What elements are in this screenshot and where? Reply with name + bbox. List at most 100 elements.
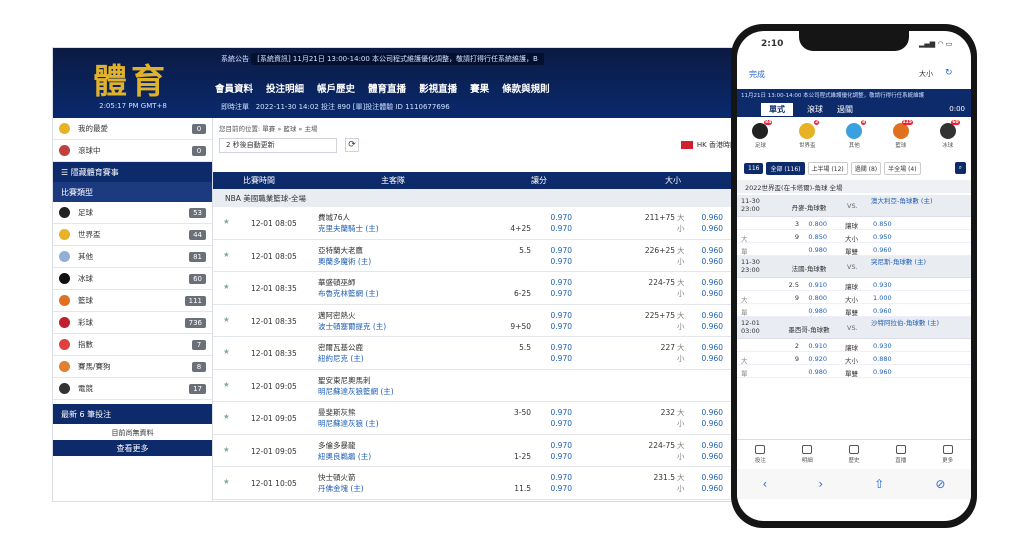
odds-away[interactable]: 0.960	[873, 368, 892, 376]
nav-live[interactable]: 體育直播	[368, 81, 406, 95]
favorite-star-icon[interactable]: ★	[223, 250, 235, 262]
odds-home[interactable]: 0.910	[801, 342, 827, 350]
odds-home[interactable]: 0.970	[551, 441, 572, 450]
phone-sport-item[interactable]: 8 其他	[846, 120, 867, 149]
odds-home[interactable]: 0.980	[801, 307, 827, 315]
odds-home[interactable]: 0.970	[551, 473, 572, 482]
odds-under[interactable]: 0.960	[702, 354, 723, 363]
tab-live[interactable]: 滾球	[807, 104, 823, 115]
share-icon[interactable]: ⇧	[874, 477, 884, 491]
handicap-odds[interactable]: 0.970 0.970	[538, 472, 572, 494]
bottom-nav-item[interactable]: 直播	[895, 445, 906, 464]
hide-events-toggle[interactable]: ☰ 隱藏體育賽事	[53, 162, 212, 182]
odds-home[interactable]: 0.970	[551, 343, 572, 352]
odds-under[interactable]: 0.960	[702, 257, 723, 266]
handicap-odds[interactable]: 0.970 0.970	[538, 440, 572, 462]
odds-away[interactable]: 0.960	[873, 246, 892, 254]
odds-over[interactable]: 0.960	[702, 343, 723, 352]
bottom-nav-item[interactable]: 投注	[755, 445, 766, 464]
odds-under[interactable]: 0.960	[702, 484, 723, 493]
filter-parlay[interactable]: 過關 (8)	[850, 161, 882, 175]
sidebar-item-live[interactable]: 滾球中 0	[53, 140, 212, 162]
favorite-star-icon[interactable]: ★	[223, 347, 235, 359]
favorite-star-icon[interactable]: ★	[223, 380, 235, 392]
odds-away[interactable]: 0.850	[873, 220, 892, 228]
nav-history[interactable]: 帳戶歷史	[317, 81, 355, 95]
bottom-nav-item[interactable]: 明細	[802, 445, 813, 464]
back-icon[interactable]: ‹	[763, 477, 768, 491]
odds-away[interactable]: 0.970	[551, 354, 572, 363]
favorite-star-icon[interactable]: ★	[223, 412, 235, 424]
sidebar-item-sport[interactable]: 彩球 736	[53, 312, 212, 334]
odds-over[interactable]: 0.960	[702, 213, 723, 222]
live-bets-link[interactable]: 即時注單	[221, 103, 249, 111]
bottom-nav-item[interactable]: 更多	[942, 445, 953, 464]
handicap-odds[interactable]: 0.970 0.970	[538, 245, 572, 267]
ou-odds[interactable]: 0.960 0.960	[691, 440, 723, 462]
auto-refresh-select[interactable]: 2 秒後自動更新	[219, 137, 337, 153]
odds-away[interactable]: 1.000	[873, 294, 892, 302]
ou-odds[interactable]: 0.960 0.960	[691, 310, 723, 332]
odds-over[interactable]: 0.960	[702, 278, 723, 287]
bottom-nav-item[interactable]: 歷史	[848, 445, 860, 464]
odds-over[interactable]: 0.960	[702, 408, 723, 417]
phone-sport-item[interactable]: 2 世界盃	[799, 120, 820, 149]
search-icon[interactable]: ⌕	[954, 162, 966, 174]
odds-away[interactable]: 0.970	[551, 322, 572, 331]
sidebar-item-sport[interactable]: 世界盃 44	[53, 224, 212, 246]
ou-odds[interactable]	[691, 375, 723, 386]
odds-away[interactable]: 0.970	[551, 419, 572, 428]
sidebar-item-sport[interactable]: 其他 81	[53, 246, 212, 268]
odds-away[interactable]: 0.930	[873, 342, 892, 350]
favorite-star-icon[interactable]: ★	[223, 477, 235, 489]
phone-sport-item[interactable]: 115 籃球	[892, 120, 913, 149]
nav-rules[interactable]: 條款與規則	[502, 81, 550, 95]
sidebar-item-sport[interactable]: 冰球 60	[53, 268, 212, 290]
sidebar-item-sport[interactable]: 指數 7	[53, 334, 212, 356]
odds-home[interactable]: 0.850	[801, 233, 827, 241]
odds-home[interactable]: 0.970	[551, 408, 572, 417]
handicap-odds[interactable]: 0.970 0.970	[538, 310, 572, 332]
odds-away[interactable]: 0.970	[551, 289, 572, 298]
odds-over[interactable]: 0.960	[702, 246, 723, 255]
ou-odds[interactable]: 0.960 0.960	[691, 277, 723, 299]
favorite-star-icon[interactable]: ★	[223, 445, 235, 457]
nav-bets[interactable]: 投注明細	[266, 81, 304, 95]
odds-home[interactable]: 0.980	[801, 368, 827, 376]
odds-over[interactable]: 0.960	[702, 473, 723, 482]
done-button[interactable]: 完成	[749, 69, 765, 80]
odds-over[interactable]: 0.960	[702, 441, 723, 450]
odds-away[interactable]: 0.970	[551, 452, 572, 461]
refresh-icon[interactable]: ⟳	[345, 138, 359, 152]
handicap-odds[interactable]: 0.970 0.970	[538, 407, 572, 429]
odds-away[interactable]: 0.970	[551, 224, 572, 233]
odds-under[interactable]: 0.960	[702, 419, 723, 428]
odds-home[interactable]: 0.800	[801, 220, 827, 228]
view-more-button[interactable]: 查看更多	[53, 440, 212, 456]
tab-parlay[interactable]: 過關	[837, 104, 853, 115]
sidebar-item-favorites[interactable]: 我的最愛 0	[53, 118, 212, 140]
timezone-select[interactable]: HK 香港時間	[680, 140, 737, 150]
odds-away[interactable]: 0.970	[551, 257, 572, 266]
odds-away[interactable]: 0.970	[551, 484, 572, 493]
ou-odds[interactable]: 0.960 0.960	[691, 212, 723, 234]
odds-home[interactable]: 0.970	[551, 278, 572, 287]
filter-all[interactable]: 全部 (116)	[766, 161, 805, 175]
odds-away[interactable]: 0.880	[873, 355, 892, 363]
odds-home[interactable]: 0.970	[551, 311, 572, 320]
ou-odds[interactable]: 0.960 0.960	[691, 472, 723, 494]
odds-home[interactable]: 0.920	[801, 355, 827, 363]
favorite-star-icon[interactable]: ★	[223, 282, 235, 294]
sidebar-item-sport[interactable]: 足球 53	[53, 202, 212, 224]
odds-home[interactable]: 0.970	[551, 213, 572, 222]
phone-match-header[interactable]: 11-30 23:00 法國-角球數 VS. 突尼斯-角球數 (主)	[737, 256, 971, 278]
sidebar-item-sport[interactable]: 電競 17	[53, 378, 212, 400]
handicap-odds[interactable]: 0.970 0.970	[538, 342, 572, 364]
odds-home[interactable]: 0.980	[801, 246, 827, 254]
odds-over[interactable]: 0.960	[702, 311, 723, 320]
favorite-star-icon[interactable]: ★	[223, 217, 235, 229]
sidebar-item-sport[interactable]: 賽馬/賽狗 8	[53, 356, 212, 378]
nav-member[interactable]: 會員資料	[215, 81, 253, 95]
odds-under[interactable]: 0.960	[702, 322, 723, 331]
odds-under[interactable]: 0.960	[702, 452, 723, 461]
